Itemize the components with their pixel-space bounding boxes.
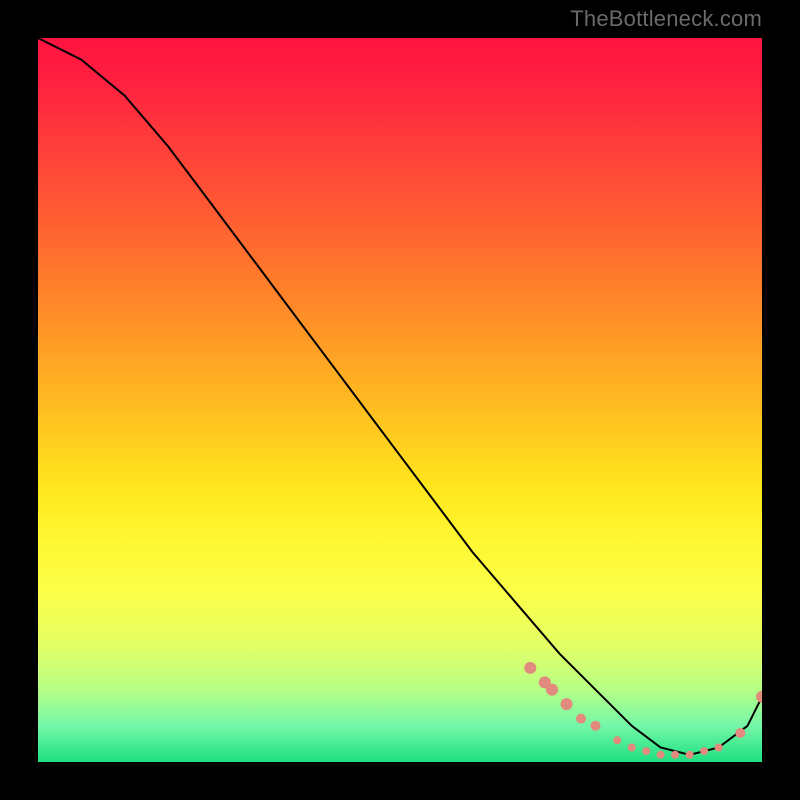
data-point (561, 698, 573, 710)
plot-area (38, 38, 762, 762)
chart-svg (38, 38, 762, 762)
bottleneck-curve (38, 38, 762, 755)
data-point (591, 721, 601, 731)
data-point (524, 662, 536, 674)
data-point (628, 744, 636, 752)
curve-layer (38, 38, 762, 755)
watermark-text: TheBottleneck.com (570, 6, 762, 32)
data-point (756, 691, 762, 703)
chart-frame: TheBottleneck.com (0, 0, 800, 800)
data-point (613, 736, 621, 744)
points-layer (524, 662, 762, 759)
data-point (576, 714, 586, 724)
data-point (657, 751, 665, 759)
data-point (671, 751, 679, 759)
data-point (686, 751, 694, 759)
data-point (642, 747, 650, 755)
data-point (546, 684, 558, 696)
data-point (735, 728, 745, 738)
data-point (700, 747, 708, 755)
data-point (715, 744, 723, 752)
